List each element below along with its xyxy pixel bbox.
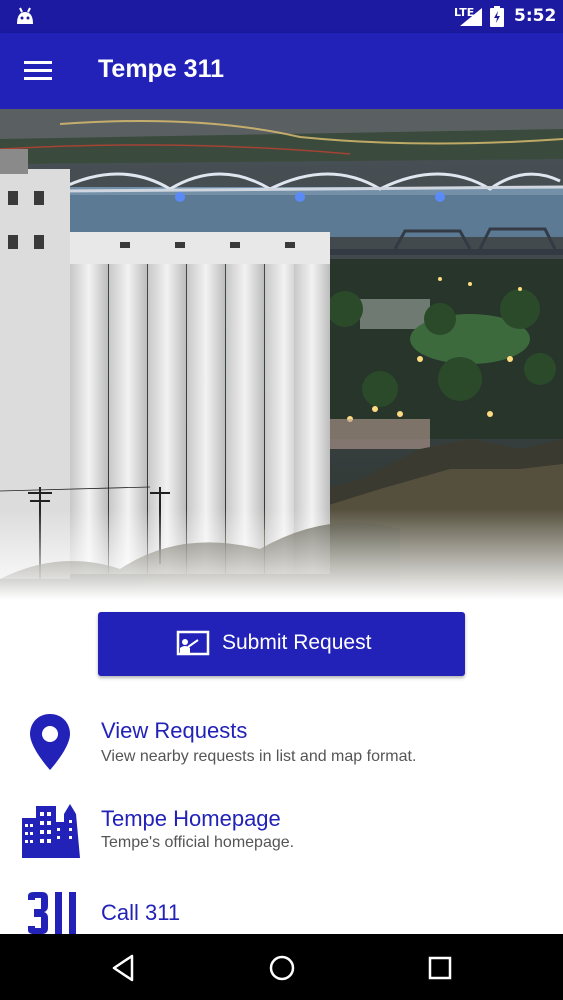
app-bar: Tempe 311 xyxy=(0,33,563,109)
map-pin-icon xyxy=(30,714,70,770)
back-icon[interactable] xyxy=(104,948,144,988)
call-311-title: Call 311 xyxy=(101,900,181,925)
list-item-view-requests[interactable]: View Requests View nearby requests in li… xyxy=(0,708,563,784)
call-311-icon xyxy=(28,892,76,934)
submit-request-button[interactable]: Submit Request xyxy=(98,612,465,676)
recents-icon[interactable] xyxy=(420,948,460,988)
app-title: Tempe 311 xyxy=(98,55,225,83)
list-item-call-311[interactable]: Call 311 xyxy=(0,884,563,934)
signal-icon xyxy=(460,8,482,26)
battery-icon xyxy=(490,6,504,27)
status-time: 5:52 xyxy=(514,6,557,26)
city-buildings-icon xyxy=(22,804,80,858)
system-navigation-bar xyxy=(0,934,563,1000)
list-item-tempe-homepage[interactable]: Tempe Homepage Tempe's official homepage… xyxy=(0,796,563,872)
submit-request-label: Submit Request xyxy=(222,631,372,654)
view-requests-title: View Requests xyxy=(101,718,248,743)
view-requests-subtitle: View nearby requests in list and map for… xyxy=(101,748,417,765)
tempe-homepage-title: Tempe Homepage xyxy=(101,806,281,831)
status-bar: LTE 5:52 xyxy=(0,0,563,33)
hamburger-menu-icon[interactable] xyxy=(24,58,52,82)
home-icon[interactable] xyxy=(262,948,302,988)
android-debug-icon xyxy=(17,7,33,24)
hero-image xyxy=(0,109,563,600)
tempe-homepage-subtitle: Tempe's official homepage. xyxy=(101,834,295,851)
submit-request-icon xyxy=(176,630,210,656)
